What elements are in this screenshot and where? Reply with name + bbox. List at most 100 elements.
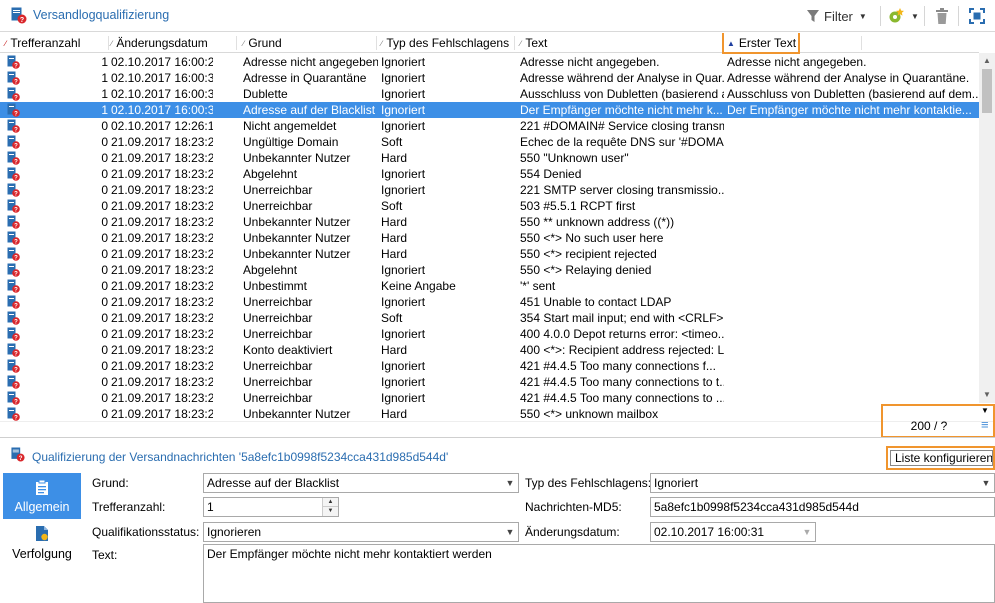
configure-list-tooltip: Liste konfigurieren — [890, 450, 993, 466]
tab-general[interactable]: Allgemein — [3, 473, 81, 519]
cell-hits: 0 — [101, 135, 108, 149]
chevron-down-icon[interactable]: ▼ — [977, 474, 994, 492]
cell-date: 02.10.2017 16:00:31 — [111, 103, 213, 117]
column-header-hits[interactable]: ∕ Trefferanzahl — [5, 33, 80, 53]
cell-reason: Unbekannter Nutzer — [243, 247, 351, 261]
table-row[interactable]: ? 0 21.09.2017 18:23:24 Unbekannter Nutzer H… — [0, 214, 979, 230]
list-footer — [0, 421, 995, 437]
new-item-button[interactable]: ▼ — [887, 5, 919, 27]
hits-stepper[interactable]: 1 ▲ ▼ — [203, 497, 339, 517]
table-row[interactable]: ? 0 21.09.2017 18:23:24 Unerreichbar Ignorie… — [0, 358, 979, 374]
text-field[interactable]: Der Empfänger möchte nicht mehr kontakti… — [203, 544, 995, 603]
sort-indicator-icon: ∕ — [381, 39, 383, 48]
scroll-up-arrow-icon[interactable]: ▲ — [979, 53, 995, 69]
column-label: Grund — [248, 36, 282, 50]
list-counter-highlight: 200 / ? ▼ ≡ — [881, 404, 995, 438]
table-row[interactable]: ? 1 02.10.2017 16:00:31 Adresse auf der Bla… — [0, 102, 979, 118]
qualification-row-icon: ? — [7, 167, 20, 181]
stepper-control[interactable]: ▲ ▼ — [322, 498, 338, 516]
table-row[interactable]: ? 0 21.09.2017 18:23:24 Abgelehnt Ignoriert 5… — [0, 262, 979, 278]
type-select[interactable]: Ignoriert ▼ — [650, 473, 995, 493]
scroll-end-arrow-icon[interactable]: ▼ — [981, 406, 989, 415]
column-separator[interactable] — [861, 36, 862, 50]
cell-reason: Unerreichbar — [243, 375, 313, 389]
svg-text:?: ? — [20, 17, 24, 24]
column-separator[interactable] — [514, 36, 515, 50]
table-row[interactable]: ? 1 02.10.2017 16:00:31 Dublette Ignoriert Au… — [0, 86, 979, 102]
scroll-thumb[interactable] — [982, 69, 992, 113]
cell-hits: 0 — [101, 167, 108, 181]
cell-first-text: Adresse nicht angegeben. — [727, 55, 867, 69]
cell-text: Der Empfänger möchte nicht mehr k... — [520, 103, 723, 117]
text-label: Text: — [92, 548, 118, 562]
qualification-row-icon: ? — [7, 295, 20, 309]
qualification-row-icon: ? — [7, 327, 20, 341]
cell-date: 21.09.2017 18:23:24 — [111, 135, 213, 149]
status-label: Qualifikationsstatus: — [92, 525, 200, 539]
table-row[interactable]: ? 0 21.09.2017 18:23:24 Unbekannter Nutzer H… — [0, 246, 979, 262]
cell-date: 02.10.2017 16:00:31 — [111, 87, 213, 101]
configure-list-icon[interactable]: ≡ — [981, 418, 989, 431]
cell-reason: Dublette — [243, 87, 288, 101]
table-row[interactable]: ? 1 02.10.2017 16:00:31 Adresse in Quarantä… — [0, 70, 979, 86]
table-row[interactable]: ? 0 21.09.2017 18:23:24 Unerreichbar Ignorie… — [0, 374, 979, 390]
pane-divider[interactable] — [0, 437, 995, 438]
configure-list-tooltip-highlight: Liste konfigurieren — [886, 446, 995, 470]
table-row[interactable]: ? 0 21.09.2017 18:23:24 Ungültige Domain Sof… — [0, 134, 979, 150]
svg-text:?: ? — [14, 96, 18, 102]
md5-field[interactable]: 5a8efc1b0998f5234cca431d985d544d — [650, 497, 995, 517]
cell-reason: Adresse nicht angegeben — [243, 55, 378, 69]
table-row[interactable]: ? 1 02.10.2017 16:00:29 Adresse nicht angeg… — [0, 54, 979, 70]
table-row[interactable]: ? 0 21.09.2017 18:23:24 Unbekannter Nutzer H… — [0, 150, 979, 166]
increment-icon[interactable]: ▲ — [323, 498, 338, 507]
svg-text:?: ? — [14, 320, 18, 326]
list-scrollbar[interactable]: ▲ ▼ — [979, 53, 995, 403]
qualification-row-icon: ? — [7, 55, 20, 69]
table-row[interactable]: ? 0 21.09.2017 18:23:24 Unerreichbar Ignorie… — [0, 326, 979, 342]
table-row[interactable]: ? 0 21.09.2017 18:23:24 Unbestimmt Keine Ang… — [0, 278, 979, 294]
table-row[interactable]: ? 0 21.09.2017 18:23:24 Unerreichbar Ignorie… — [0, 390, 979, 406]
cell-type: Hard — [381, 343, 408, 357]
column-header-text[interactable]: ∕ Text — [520, 33, 547, 53]
detail-side-nav: Allgemein Verfolgung — [0, 473, 82, 603]
column-header-reason[interactable]: ∕ Grund — [243, 33, 282, 53]
cell-reason: Unerreichbar — [243, 183, 313, 197]
column-separator[interactable] — [236, 36, 237, 50]
chevron-down-icon[interactable]: ▼ — [798, 523, 815, 541]
tab-tracking[interactable]: Verfolgung — [3, 519, 81, 565]
table-row[interactable]: ? 0 21.09.2017 18:23:24 Unbekannter Nutzer H… — [0, 230, 979, 246]
table-row[interactable]: ? 0 02.10.2017 12:26:16 Nicht angemeldet Ign… — [0, 118, 979, 134]
scroll-down-arrow-icon[interactable]: ▼ — [979, 387, 995, 403]
delete-button[interactable] — [934, 5, 950, 27]
filter-button[interactable]: Filter ▼ — [806, 5, 867, 27]
cell-reason: Nicht angemeldet — [243, 119, 337, 133]
table-row[interactable]: ? 0 21.09.2017 18:23:24 Unerreichbar Ignorie… — [0, 182, 979, 198]
cell-date: 21.09.2017 18:23:24 — [111, 215, 213, 229]
column-header-date[interactable]: ∕ Änderungsdatum — [111, 33, 208, 53]
column-separator[interactable] — [376, 36, 377, 50]
type-label: Typ des Fehlschlagens: — [525, 476, 652, 490]
chevron-down-icon[interactable]: ▼ — [501, 523, 518, 541]
column-header-type[interactable]: ∕ Typ des Fehlschlagens — [381, 33, 509, 53]
chevron-down-icon[interactable]: ▼ — [501, 474, 518, 492]
expand-icon — [969, 8, 985, 24]
table-row[interactable]: ? 0 21.09.2017 18:23:24 Konto deaktiviert Ha… — [0, 342, 979, 358]
hits-label: Trefferanzahl: — [92, 500, 166, 514]
qualification-row-icon: ? — [7, 391, 20, 405]
first-text-highlight — [722, 33, 800, 54]
text-value: Der Empfänger möchte nicht mehr kontakti… — [207, 547, 492, 561]
decrement-icon[interactable]: ▼ — [323, 507, 338, 516]
date-field[interactable]: 02.10.2017 16:00:31 ▼ — [650, 522, 816, 542]
cell-date: 21.09.2017 18:23:24 — [111, 247, 213, 261]
table-row[interactable]: ? 0 21.09.2017 18:23:24 Unerreichbar Soft 354… — [0, 310, 979, 326]
column-separator[interactable] — [108, 36, 109, 50]
toolbar-separator — [958, 6, 959, 26]
maximize-button[interactable] — [969, 5, 985, 27]
table-row[interactable]: ? 0 21.09.2017 18:23:24 Unerreichbar Ignorie… — [0, 294, 979, 310]
table-row[interactable]: ? 0 21.09.2017 18:23:24 Abgelehnt Ignoriert 5… — [0, 166, 979, 182]
table-row[interactable]: ? 0 21.09.2017 18:23:24 Unbekannter Nutzer H… — [0, 406, 979, 421]
app-window: ? Versandlogqualifizierung Filter ▼ ▼ ∕ … — [0, 0, 995, 603]
status-select[interactable]: Ignorieren ▼ — [203, 522, 519, 542]
reason-select[interactable]: Adresse auf der Blacklist ▼ — [203, 473, 519, 493]
table-row[interactable]: ? 0 21.09.2017 18:23:24 Unerreichbar Soft 503… — [0, 198, 979, 214]
